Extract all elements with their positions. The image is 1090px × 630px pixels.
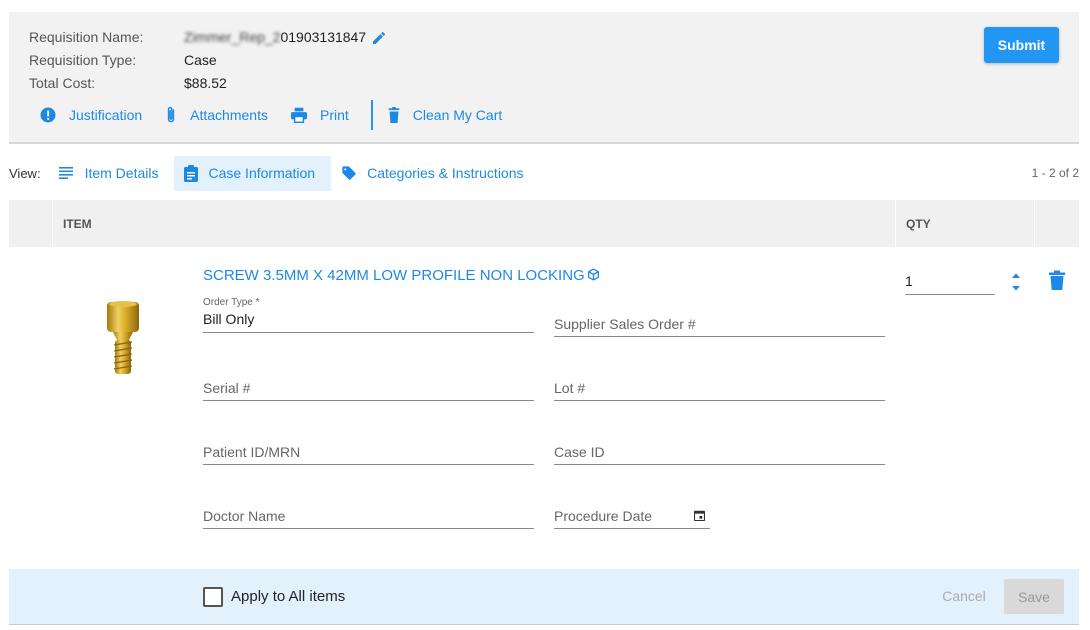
- apply-all-label: Apply to All items: [231, 588, 346, 605]
- quantity-stepper-icon[interactable]: [1009, 270, 1023, 294]
- requisition-header: Requisition Name: Zimmer_Rep_20190313184…: [9, 12, 1079, 144]
- clean-cart-label: Clean My Cart: [412, 107, 503, 123]
- justification-button[interactable]: Justification: [39, 106, 142, 124]
- quantity-input[interactable]: 1: [905, 268, 995, 295]
- view-switcher: View: Item Details Case Information Cate…: [9, 155, 1079, 191]
- procedure-date-field[interactable]: Procedure Date: [554, 493, 710, 529]
- doctor-name-placeholder: Doctor Name: [203, 508, 286, 524]
- submit-button[interactable]: Submit: [984, 27, 1059, 63]
- requisition-name-value: Zimmer_Rep_201903131847: [184, 29, 387, 46]
- order-type-field[interactable]: Order Type * Bill Only: [203, 297, 534, 333]
- doctor-name-field[interactable]: Doctor Name: [203, 493, 534, 529]
- requisition-name-suffix: 01903131847: [280, 29, 367, 45]
- tab-case-information[interactable]: Case Information: [174, 155, 332, 191]
- tab-case-information-label: Case Information: [208, 165, 316, 181]
- trash-icon: [388, 107, 400, 123]
- total-cost-label: Total Cost:: [29, 75, 96, 91]
- print-label: Print: [319, 107, 349, 123]
- action-divider: [370, 100, 373, 130]
- procedure-date-placeholder: Procedure Date: [554, 508, 653, 524]
- tab-item-details[interactable]: Item Details: [55, 156, 169, 191]
- calendar-icon[interactable]: [694, 510, 705, 521]
- order-type-value: Bill Only: [203, 311, 255, 327]
- edit-icon[interactable]: [371, 30, 387, 46]
- case-id-field[interactable]: Case ID: [554, 429, 885, 465]
- cancel-button[interactable]: Cancel: [933, 579, 995, 613]
- product-image: [107, 301, 139, 374]
- patient-id-field[interactable]: Patient ID/MRN: [203, 429, 534, 465]
- tab-categories-instructions-label: Categories & Instructions: [367, 165, 524, 181]
- order-type-label: Order Type *: [203, 297, 260, 308]
- paperclip-icon: [167, 106, 175, 123]
- table-header: ITEM QTY: [9, 200, 1079, 247]
- product-title-text: SCREW 3.5MM X 42MM LOW PROFILE NON LOCKI…: [203, 267, 585, 284]
- print-button[interactable]: Print: [290, 107, 349, 123]
- patient-id-placeholder: Patient ID/MRN: [203, 444, 301, 460]
- delete-item-icon[interactable]: [1048, 270, 1066, 290]
- product-title[interactable]: SCREW 3.5MM X 42MM LOW PROFILE NON LOCKI…: [203, 267, 600, 285]
- requisition-name-redacted: Zimmer_Rep_2: [184, 29, 281, 45]
- lot-placeholder: Lot #: [554, 380, 586, 396]
- requisition-type-value: Case: [184, 52, 217, 68]
- save-button[interactable]: Save: [1004, 579, 1064, 614]
- header-actions: Justification Attachments Print Clean My…: [39, 100, 524, 130]
- supplier-sales-order-placeholder: Supplier Sales Order #: [554, 316, 696, 332]
- clipboard-icon: [184, 164, 199, 182]
- box-icon: [587, 268, 600, 285]
- clean-cart-button[interactable]: Clean My Cart: [387, 107, 502, 123]
- supplier-sales-order-field[interactable]: Supplier Sales Order #: [554, 301, 885, 337]
- case-id-placeholder: Case ID: [554, 444, 605, 460]
- total-cost-value: $88.52: [184, 75, 227, 91]
- column-header-qty-label: QTY: [906, 217, 931, 231]
- info-icon: [40, 107, 56, 123]
- serial-placeholder: Serial #: [203, 380, 251, 396]
- edit-footer: Apply to All items Cancel Save: [9, 569, 1079, 625]
- attachments-label: Attachments: [190, 107, 268, 123]
- requisition-name-label: Requisition Name:: [29, 29, 144, 45]
- printer-icon: [290, 107, 307, 123]
- table-header-gutter: [9, 200, 53, 247]
- pagination-info: 1 - 2 of 2: [1031, 166, 1079, 180]
- tab-item-details-label: Item Details: [84, 165, 159, 181]
- list-icon: [58, 167, 73, 179]
- view-label: View:: [9, 165, 41, 181]
- column-header-qty: QTY: [895, 200, 1035, 247]
- justification-label: Justification: [69, 107, 143, 123]
- serial-field[interactable]: Serial #: [203, 365, 534, 401]
- requisition-type-label: Requisition Type:: [29, 52, 137, 68]
- tab-categories-instructions[interactable]: Categories & Instructions: [337, 156, 533, 191]
- apply-all-checkbox[interactable]: [203, 587, 223, 607]
- attachments-button[interactable]: Attachments: [164, 106, 268, 124]
- tag-icon: [342, 166, 356, 180]
- lot-field[interactable]: Lot #: [554, 365, 885, 401]
- column-header-item: ITEM: [63, 217, 92, 231]
